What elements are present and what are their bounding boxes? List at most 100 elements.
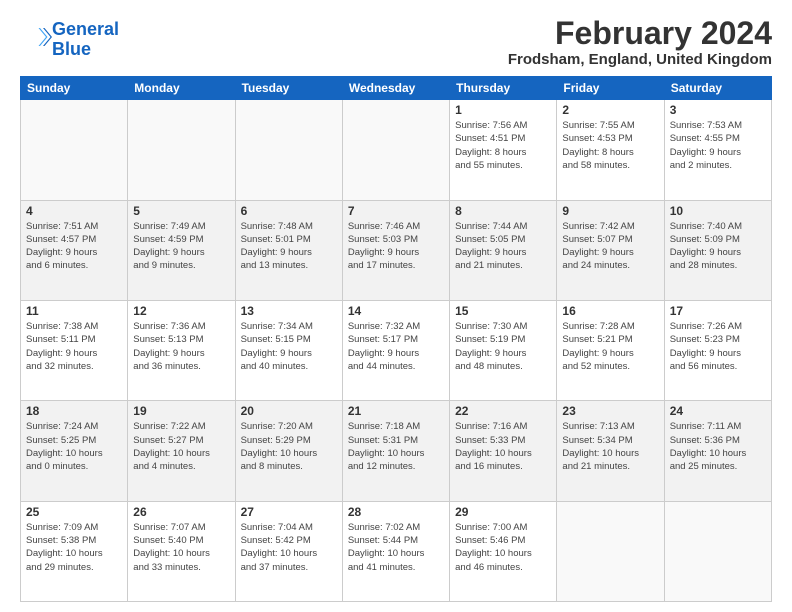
logo-icon xyxy=(22,22,52,52)
day-info: Sunrise: 7:18 AM Sunset: 5:31 PM Dayligh… xyxy=(348,420,444,473)
day-info: Sunrise: 7:02 AM Sunset: 5:44 PM Dayligh… xyxy=(348,521,444,574)
col-tuesday: Tuesday xyxy=(235,77,342,100)
day-info: Sunrise: 7:44 AM Sunset: 5:05 PM Dayligh… xyxy=(455,220,551,273)
day-number: 12 xyxy=(133,304,229,318)
day-info: Sunrise: 7:49 AM Sunset: 4:59 PM Dayligh… xyxy=(133,220,229,273)
subtitle: Frodsham, England, United Kingdom xyxy=(508,51,772,68)
table-row xyxy=(235,100,342,200)
day-info: Sunrise: 7:28 AM Sunset: 5:21 PM Dayligh… xyxy=(562,320,658,373)
page: General Blue February 2024 Frodsham, Eng… xyxy=(0,0,792,612)
day-info: Sunrise: 7:46 AM Sunset: 5:03 PM Dayligh… xyxy=(348,220,444,273)
table-row: 14 Sunrise: 7:32 AM Sunset: 5:17 PM Dayli… xyxy=(342,300,449,400)
day-number: 16 xyxy=(562,304,658,318)
table-row: 28 Sunrise: 7:02 AM Sunset: 5:44 PM Dayli… xyxy=(342,501,449,601)
day-info: Sunrise: 7:09 AM Sunset: 5:38 PM Dayligh… xyxy=(26,521,122,574)
table-row: 17 Sunrise: 7:26 AM Sunset: 5:23 PM Dayli… xyxy=(664,300,771,400)
day-number: 20 xyxy=(241,404,337,418)
day-info: Sunrise: 7:04 AM Sunset: 5:42 PM Dayligh… xyxy=(241,521,337,574)
day-number: 19 xyxy=(133,404,229,418)
table-row: 7 Sunrise: 7:46 AM Sunset: 5:03 PM Daylig… xyxy=(342,200,449,300)
day-number: 2 xyxy=(562,103,658,117)
day-info: Sunrise: 7:16 AM Sunset: 5:33 PM Dayligh… xyxy=(455,420,551,473)
col-thursday: Thursday xyxy=(450,77,557,100)
day-number: 15 xyxy=(455,304,551,318)
day-info: Sunrise: 7:34 AM Sunset: 5:15 PM Dayligh… xyxy=(241,320,337,373)
day-info: Sunrise: 7:24 AM Sunset: 5:25 PM Dayligh… xyxy=(26,420,122,473)
day-number: 4 xyxy=(26,204,122,218)
day-number: 11 xyxy=(26,304,122,318)
table-row: 23Sunrise: 7:13 AM Sunset: 5:34 PM Dayli… xyxy=(557,401,664,501)
logo-text: General Blue xyxy=(52,20,119,60)
day-number: 29 xyxy=(455,505,551,519)
day-info: Sunrise: 7:53 AM Sunset: 4:55 PM Dayligh… xyxy=(670,119,766,172)
table-row: 29 Sunrise: 7:00 AM Sunset: 5:46 PM Dayli… xyxy=(450,501,557,601)
table-row xyxy=(21,100,128,200)
day-info: Sunrise: 7:48 AM Sunset: 5:01 PM Dayligh… xyxy=(241,220,337,273)
table-row: 3 Sunrise: 7:53 AM Sunset: 4:55 PM Daylig… xyxy=(664,100,771,200)
day-info: Sunrise: 7:00 AM Sunset: 5:46 PM Dayligh… xyxy=(455,521,551,574)
day-number: 9 xyxy=(562,204,658,218)
col-sunday: Sunday xyxy=(21,77,128,100)
table-row xyxy=(342,100,449,200)
calendar-week-row: 1Sunrise: 7:56 AM Sunset: 4:51 PM Daylig… xyxy=(21,100,772,200)
col-friday: Friday xyxy=(557,77,664,100)
day-number: 25 xyxy=(26,505,122,519)
table-row: 20 Sunrise: 7:20 AM Sunset: 5:29 PM Dayli… xyxy=(235,401,342,501)
table-row: 27 Sunrise: 7:04 AM Sunset: 5:42 PM Dayli… xyxy=(235,501,342,601)
main-title: February 2024 xyxy=(508,16,772,51)
day-number: 1 xyxy=(455,103,551,117)
table-row: 26Sunrise: 7:07 AM Sunset: 5:40 PM Dayli… xyxy=(128,501,235,601)
table-row: 10 Sunrise: 7:40 AM Sunset: 5:09 PM Dayli… xyxy=(664,200,771,300)
calendar-week-row: 18 Sunrise: 7:24 AM Sunset: 5:25 PM Dayli… xyxy=(21,401,772,501)
day-info: Sunrise: 7:32 AM Sunset: 5:17 PM Dayligh… xyxy=(348,320,444,373)
header: General Blue February 2024 Frodsham, Eng… xyxy=(20,16,772,68)
table-row: 16 Sunrise: 7:28 AM Sunset: 5:21 PM Dayli… xyxy=(557,300,664,400)
day-number: 14 xyxy=(348,304,444,318)
day-info: Sunrise: 7:11 AM Sunset: 5:36 PM Dayligh… xyxy=(670,420,766,473)
day-number: 5 xyxy=(133,204,229,218)
day-info: Sunrise: 7:55 AM Sunset: 4:53 PM Dayligh… xyxy=(562,119,658,172)
calendar-table: Sunday Monday Tuesday Wednesday Thursday… xyxy=(20,76,772,602)
day-number: 18 xyxy=(26,404,122,418)
table-row: 12 Sunrise: 7:36 AM Sunset: 5:13 PM Dayli… xyxy=(128,300,235,400)
table-row xyxy=(557,501,664,601)
day-number: 13 xyxy=(241,304,337,318)
day-number: 7 xyxy=(348,204,444,218)
col-saturday: Saturday xyxy=(664,77,771,100)
title-block: February 2024 Frodsham, England, United … xyxy=(508,16,772,68)
day-number: 24 xyxy=(670,404,766,418)
table-row: 24 Sunrise: 7:11 AM Sunset: 5:36 PM Dayli… xyxy=(664,401,771,501)
table-row: 9 Sunrise: 7:42 AM Sunset: 5:07 PM Daylig… xyxy=(557,200,664,300)
table-row: 21 Sunrise: 7:18 AM Sunset: 5:31 PM Dayli… xyxy=(342,401,449,501)
day-info: Sunrise: 7:51 AM Sunset: 4:57 PM Dayligh… xyxy=(26,220,122,273)
day-number: 3 xyxy=(670,103,766,117)
day-info: Sunrise: 7:36 AM Sunset: 5:13 PM Dayligh… xyxy=(133,320,229,373)
calendar-header-row: Sunday Monday Tuesday Wednesday Thursday… xyxy=(21,77,772,100)
table-row: 18 Sunrise: 7:24 AM Sunset: 5:25 PM Dayli… xyxy=(21,401,128,501)
table-row: 8 Sunrise: 7:44 AM Sunset: 5:05 PM Daylig… xyxy=(450,200,557,300)
calendar-week-row: 4 Sunrise: 7:51 AM Sunset: 4:57 PM Daylig… xyxy=(21,200,772,300)
day-info: Sunrise: 7:22 AM Sunset: 5:27 PM Dayligh… xyxy=(133,420,229,473)
day-info: Sunrise: 7:20 AM Sunset: 5:29 PM Dayligh… xyxy=(241,420,337,473)
day-number: 21 xyxy=(348,404,444,418)
day-info: Sunrise: 7:13 AM Sunset: 5:34 PM Dayligh… xyxy=(562,420,658,473)
table-row: 15Sunrise: 7:30 AM Sunset: 5:19 PM Dayli… xyxy=(450,300,557,400)
day-info: Sunrise: 7:26 AM Sunset: 5:23 PM Dayligh… xyxy=(670,320,766,373)
col-wednesday: Wednesday xyxy=(342,77,449,100)
day-number: 28 xyxy=(348,505,444,519)
day-number: 8 xyxy=(455,204,551,218)
day-number: 6 xyxy=(241,204,337,218)
day-info: Sunrise: 7:07 AM Sunset: 5:40 PM Dayligh… xyxy=(133,521,229,574)
table-row: 19 Sunrise: 7:22 AM Sunset: 5:27 PM Dayli… xyxy=(128,401,235,501)
day-number: 27 xyxy=(241,505,337,519)
day-info: Sunrise: 7:40 AM Sunset: 5:09 PM Dayligh… xyxy=(670,220,766,273)
day-info: Sunrise: 7:42 AM Sunset: 5:07 PM Dayligh… xyxy=(562,220,658,273)
table-row: 6 Sunrise: 7:48 AM Sunset: 5:01 PM Daylig… xyxy=(235,200,342,300)
table-row xyxy=(128,100,235,200)
logo: General Blue xyxy=(20,20,119,60)
day-number: 17 xyxy=(670,304,766,318)
table-row: 22Sunrise: 7:16 AM Sunset: 5:33 PM Dayli… xyxy=(450,401,557,501)
day-number: 10 xyxy=(670,204,766,218)
table-row: 2 Sunrise: 7:55 AM Sunset: 4:53 PM Daylig… xyxy=(557,100,664,200)
table-row: 11Sunrise: 7:38 AM Sunset: 5:11 PM Dayli… xyxy=(21,300,128,400)
